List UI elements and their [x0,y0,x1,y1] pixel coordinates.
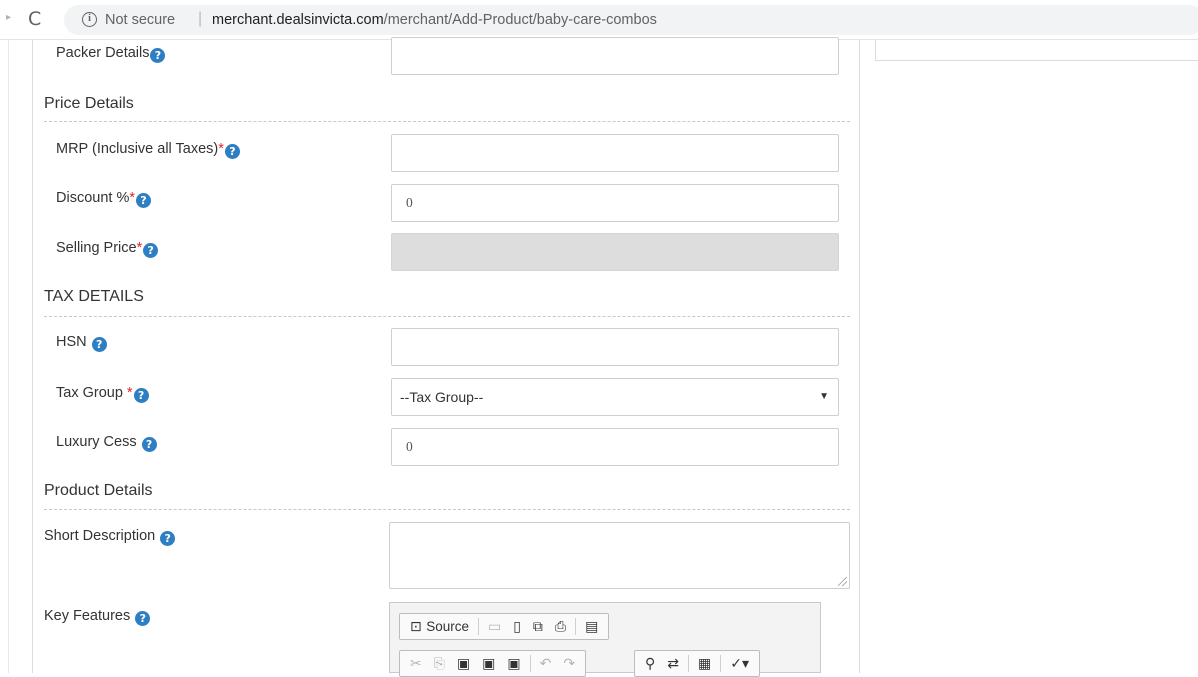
security-status[interactable]: Not secure [105,12,175,28]
help-icon[interactable]: ? [224,144,240,159]
discount-field[interactable]: 0 [391,184,839,222]
source-button[interactable]: ⊡ Source [404,619,475,635]
preview-icon[interactable]: ⧉ [527,619,549,635]
forward-icon[interactable]: ▸ [6,12,11,23]
key-features-label: Key Features ? [44,608,151,626]
copy-icon[interactable]: ⎘ [428,656,451,672]
undo-icon[interactable]: ↶ [534,656,558,672]
url-bar[interactable]: i Not secure | merchant.dealsinvicta.com… [64,5,1198,35]
short-description-label: Short Description ? [44,528,176,546]
paste-text-icon[interactable]: ▣ [476,656,501,672]
help-icon[interactable]: ? [150,48,166,63]
source-icon: ⊡ [410,618,422,635]
spellcheck-icon[interactable]: ✓▾ [724,656,755,672]
replace-icon[interactable]: ⇄ [661,656,685,672]
selling-price-label: Selling Price*? [56,240,159,258]
side-panel [875,40,1198,61]
url-host: merchant.dealsinvicta.com [212,12,384,28]
help-icon[interactable]: ? [143,243,159,258]
hsn-label: HSN ? [56,334,107,352]
toolbar-separator [688,655,689,672]
find-icon[interactable]: ⚲ [639,656,661,672]
mrp-field[interactable] [391,134,839,172]
toolbar-separator [720,655,722,672]
dropdown-arrow-icon: ▼ [819,391,829,402]
packer-details-label: Packer Details? [56,45,166,63]
required-mark: * [126,385,133,401]
required-mark: * [218,141,224,157]
templates-icon[interactable]: ▤ [579,619,604,635]
section-divider [44,316,850,317]
browser-address-bar: ▸ C i Not secure | merchant.dealsinvicta… [0,0,1198,40]
url-text[interactable]: merchant.dealsinvicta.com/merchant/Add-P… [212,12,657,28]
paste-word-icon[interactable]: ▣ [501,656,526,672]
help-icon[interactable]: ? [141,437,157,452]
redo-icon[interactable]: ↷ [557,656,581,672]
help-icon[interactable]: ? [160,531,176,546]
key-features-editor: ⊡ Source ▭ ▯ ⧉ ⎙ ▤ ✂ ⎘ ▣ ▣ ▣ ↶ ↷ ⚲ ⇄ ▦ ✓… [389,602,821,677]
required-mark: * [136,240,143,256]
tax-group-selected: --Tax Group-- [400,389,484,405]
select-all-icon[interactable]: ▦ [692,656,717,672]
required-mark: * [129,190,135,206]
packer-details-field[interactable] [391,37,839,75]
help-icon[interactable]: ? [133,388,149,403]
url-path: /merchant/Add-Product/baby-care-combos [383,12,657,28]
section-divider [44,121,850,122]
price-details-heading: Price Details [44,95,134,112]
toolbar-separator [477,618,479,635]
short-description-textarea[interactable] [389,522,850,589]
tax-details-heading: TAX DETAILS [44,288,144,305]
help-icon[interactable]: ? [136,193,151,208]
help-icon[interactable]: ? [135,611,151,626]
product-details-heading: Product Details [44,482,153,499]
save-icon[interactable]: ▭ [482,619,507,635]
tax-group-select[interactable]: --Tax Group-- ▼ [391,378,839,416]
selling-price-field [391,233,839,271]
resize-handle[interactable] [838,577,847,586]
discount-label: Discount %*? [56,190,151,208]
mrp-label: MRP (Inclusive all Taxes)*? [56,141,240,159]
editor-toolbar-group-document: ⊡ Source ▭ ▯ ⧉ ⎙ ▤ [399,613,610,640]
luxury-cess-field[interactable]: 0 [391,428,839,466]
luxury-cess-label: Luxury Cess ? [56,434,157,452]
toolbar-separator [575,618,577,635]
hsn-field[interactable] [391,328,839,366]
reload-icon[interactable]: C [28,8,41,30]
url-separator: | [198,10,203,27]
toolbar-separator [529,655,531,672]
section-divider [44,509,850,510]
new-page-icon[interactable]: ▯ [507,619,527,635]
tax-group-label: Tax Group *? [56,385,149,403]
paste-icon[interactable]: ▣ [451,656,476,672]
print-icon[interactable]: ⎙ [549,619,572,635]
page-left-edge [8,40,9,673]
cut-icon[interactable]: ✂ [404,656,428,672]
info-icon[interactable]: i [82,12,97,27]
help-icon[interactable]: ? [91,337,107,352]
